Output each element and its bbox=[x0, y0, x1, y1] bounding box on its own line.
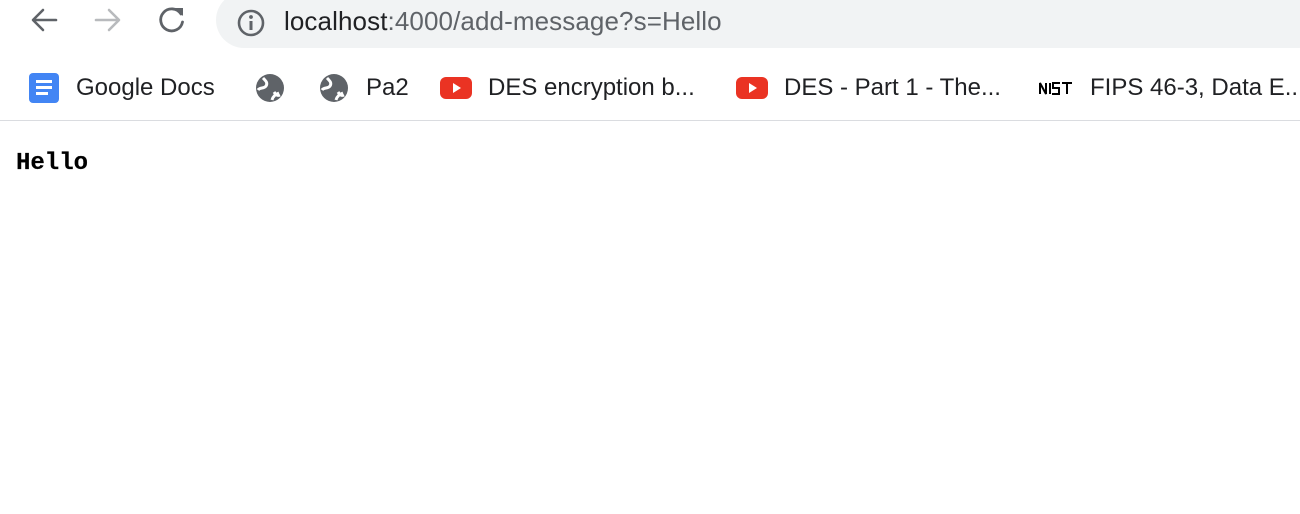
bookmark-label: Google Docs bbox=[76, 74, 215, 101]
bookmark-fips-46-3[interactable]: FIPS 46-3, Data E... bbox=[1038, 66, 1300, 110]
reload-icon bbox=[159, 7, 184, 33]
browser-chrome: localhost:4000/add-message?s=Hello Googl… bbox=[0, 0, 1300, 121]
bookmark-des-encryption[interactable]: DES encryption b... bbox=[440, 66, 695, 110]
browser-toolbar: localhost:4000/add-message?s=Hello bbox=[0, 0, 1300, 48]
bookmark-label: Pa2 bbox=[366, 74, 409, 101]
bookmark-label: DES - Part 1 - The... bbox=[784, 74, 1001, 101]
bookmark-label: DES encryption b... bbox=[488, 74, 695, 101]
arrow-right-icon bbox=[94, 8, 121, 32]
address-bar[interactable]: localhost:4000/add-message?s=Hello bbox=[216, 0, 1300, 48]
bookmark-globe[interactable] bbox=[254, 66, 286, 110]
info-icon[interactable] bbox=[236, 8, 266, 38]
bookmark-google-docs[interactable]: Google Docs bbox=[28, 66, 215, 110]
forward-button[interactable] bbox=[90, 2, 126, 38]
arrow-left-icon bbox=[31, 8, 58, 32]
bookmark-pa2[interactable]: Pa2 bbox=[318, 66, 409, 110]
bookmarks-bar: Google Docs Pa2 DES encryption b... DES … bbox=[0, 66, 1300, 110]
nist-icon bbox=[1038, 72, 1074, 104]
url-host: localhost bbox=[284, 6, 388, 36]
url-text[interactable]: localhost:4000/add-message?s=Hello bbox=[284, 5, 722, 37]
youtube-icon bbox=[440, 72, 472, 104]
page-body-text: Hello bbox=[16, 150, 89, 177]
youtube-icon bbox=[736, 72, 768, 104]
reload-button[interactable] bbox=[154, 2, 190, 38]
bookmark-des-part-1[interactable]: DES - Part 1 - The... bbox=[736, 66, 1001, 110]
url-path: :4000/add-message?s=Hello bbox=[387, 6, 722, 36]
globe-icon bbox=[254, 72, 286, 104]
back-button[interactable] bbox=[26, 2, 62, 38]
google-docs-icon bbox=[28, 72, 60, 104]
globe-icon bbox=[318, 72, 350, 104]
bookmark-label: FIPS 46-3, Data E... bbox=[1090, 74, 1300, 101]
